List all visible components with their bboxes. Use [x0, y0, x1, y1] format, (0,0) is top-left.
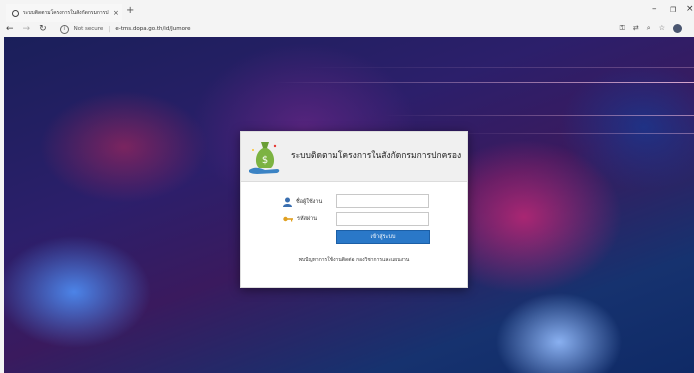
- key-icon: [283, 216, 293, 222]
- screenshot: ระบบติดตามโครงการในสังกัดกรมการปกครอง × …: [0, 0, 694, 373]
- site-favicon-icon: [12, 9, 19, 17]
- browser-toolbar: ← → ↻ i Not secure | e-tms.dopa.go.th/id…: [6, 22, 690, 36]
- star-icon[interactable]: ☆: [659, 25, 665, 32]
- system-title: ระบบติดตามโครงการในสังกัดกรมการปกครอง: [291, 151, 462, 161]
- maximize-button[interactable]: ❐: [670, 7, 676, 14]
- username-label: ชื่อผู้ใช้งาน: [296, 199, 323, 205]
- login-card: $ ระบบติดตามโครงการในสังกัดกรมการปกครอง …: [240, 131, 468, 288]
- money-bag-hand-icon: $: [249, 142, 280, 174]
- url-text[interactable]: e-tms.dopa.go.th/id/Jumore: [115, 26, 190, 32]
- tab-close-icon[interactable]: ×: [113, 9, 119, 17]
- light-streak: [384, 115, 694, 116]
- username-row: ชื่อผู้ใช้งาน: [283, 197, 322, 207]
- key-icon[interactable]: ⚿: [620, 25, 625, 32]
- login-button[interactable]: เข้าสู่ระบบ: [336, 230, 430, 244]
- light-streak: [304, 67, 694, 68]
- light-streak: [274, 82, 694, 83]
- tab-title: ระบบติดตามโครงการในสังกัดกรมการปกครอง: [23, 10, 109, 16]
- password-label: รหัสผ่าน: [297, 216, 318, 222]
- password-input[interactable]: [336, 212, 429, 226]
- zoom-icon[interactable]: ⌕: [647, 25, 651, 32]
- reload-icon[interactable]: ↻: [39, 24, 47, 34]
- security-status: Not secure: [73, 26, 104, 32]
- address-separator: |: [108, 25, 111, 33]
- password-row: รหัสผ่าน: [283, 215, 317, 223]
- light-streak: [444, 133, 694, 134]
- username-input[interactable]: [336, 194, 429, 208]
- address-bar[interactable]: i Not secure | e-tms.dopa.go.th/id/Jumor…: [59, 24, 191, 34]
- back-arrow-icon[interactable]: ←: [6, 24, 14, 34]
- minimize-button[interactable]: –: [652, 5, 657, 14]
- new-tab-button[interactable]: +: [126, 6, 134, 16]
- support-contact-text: พบปัญหาการใช้งานติดต่อ กองวิชาการและแผนง…: [298, 257, 410, 263]
- toolbar-icons: ⚿ ⇄ ⌕ ☆: [620, 24, 682, 33]
- tab-strip: ระบบติดตามโครงการในสังกัดกรมการปกครอง × …: [6, 4, 694, 22]
- svg-text:$: $: [262, 155, 268, 166]
- info-icon[interactable]: i: [59, 24, 69, 34]
- user-icon: [283, 197, 292, 207]
- browser-tab[interactable]: ระบบติดตามโครงการในสังกัดกรมการปกครอง ×: [6, 4, 122, 22]
- close-window-button[interactable]: ×: [686, 5, 694, 14]
- forward-arrow-icon[interactable]: →: [23, 24, 31, 34]
- translate-icon[interactable]: ⇄: [633, 25, 639, 32]
- profile-avatar[interactable]: [673, 24, 682, 33]
- login-header: $ ระบบติดตามโครงการในสังกัดกรมการปกครอง: [241, 132, 467, 182]
